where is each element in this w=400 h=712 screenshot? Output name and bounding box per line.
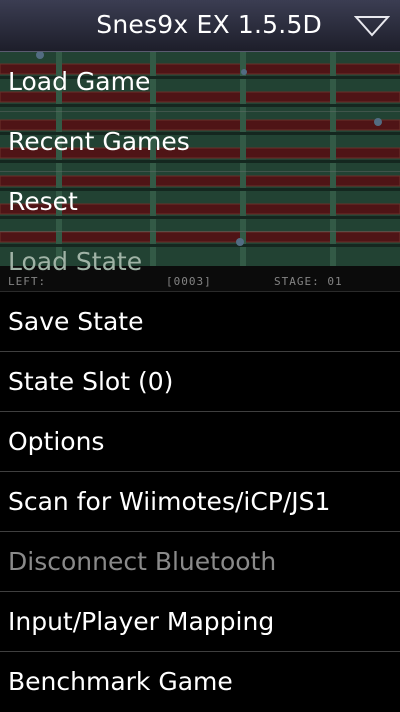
- menu-item-label: Input/Player Mapping: [8, 607, 275, 636]
- app-title: Snes9x EX 1.5.5D: [96, 10, 322, 39]
- menu-item-label: Save State: [8, 307, 144, 336]
- menu-item-input-player-mapping[interactable]: Input/Player Mapping: [0, 592, 400, 652]
- menu-item-disconnect-bluetooth: Disconnect Bluetooth: [0, 532, 400, 592]
- menu-item-label: Benchmark Game: [8, 667, 233, 696]
- menu-item-reset[interactable]: Reset: [0, 172, 400, 232]
- menu-item-label: Load State: [8, 247, 143, 276]
- menu-item-options[interactable]: Options: [0, 412, 400, 472]
- menu-item-state-slot[interactable]: State Slot (0): [0, 352, 400, 412]
- menu-item-save-state[interactable]: Save State: [0, 292, 400, 352]
- menu-item-load-state: Load State: [0, 232, 400, 292]
- menu-item-benchmark-game[interactable]: Benchmark Game: [0, 652, 400, 712]
- main-menu: Load Game Recent Games Reset Load State …: [0, 52, 400, 712]
- menu-item-label: Disconnect Bluetooth: [8, 547, 277, 576]
- menu-item-load-game[interactable]: Load Game: [0, 52, 400, 112]
- menu-item-label: Recent Games: [8, 127, 190, 156]
- menu-item-label: Reset: [8, 187, 78, 216]
- menu-item-label: Scan for Wiimotes/iCP/JS1: [8, 487, 331, 516]
- menu-item-label: Load Game: [8, 67, 151, 96]
- menu-item-label: State Slot (0): [8, 367, 174, 396]
- menu-item-scan-wiimotes[interactable]: Scan for Wiimotes/iCP/JS1: [0, 472, 400, 532]
- menu-item-label: Options: [8, 427, 105, 456]
- dropdown-triangle-icon[interactable]: [354, 14, 390, 38]
- menu-item-recent-games[interactable]: Recent Games: [0, 112, 400, 172]
- title-bar: Snes9x EX 1.5.5D: [0, 0, 400, 52]
